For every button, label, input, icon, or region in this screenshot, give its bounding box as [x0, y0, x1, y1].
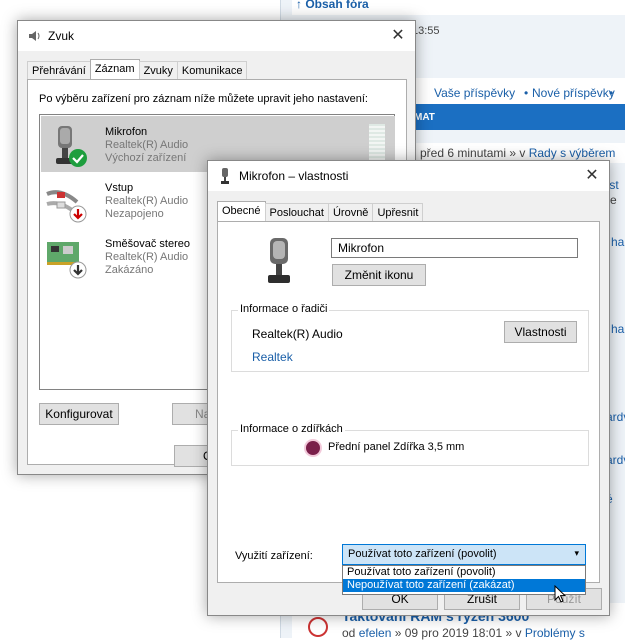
sound-card-icon	[45, 236, 89, 280]
close-icon[interactable]: ✕	[575, 161, 609, 191]
forum-bar-text: MAT	[414, 112, 435, 123]
device-name: Směšovač stereo	[105, 238, 190, 250]
chevron-down-icon: ▾	[574, 548, 579, 558]
properties-button[interactable]: Vlastnosti	[504, 321, 577, 343]
device-usage-select[interactable]: Používat toto zařízení (povolit) ▾	[342, 544, 586, 565]
topic-status-icon	[308, 617, 328, 637]
device-driver: Realtek(R) Audio	[105, 195, 189, 207]
row-category-link[interactable]: Rady s výběrem	[529, 146, 616, 160]
properties-tabs: Obecné Poslouchat Úrovně Upřesnit	[217, 201, 424, 223]
jack-name: Přední panel Zdířka 3,5 mm	[328, 441, 465, 453]
tab-general[interactable]: Obecné	[217, 201, 266, 223]
tab-advanced[interactable]: Upřesnit	[372, 203, 424, 223]
device-status: Výchozí zařízení	[105, 152, 187, 164]
device-driver: Realtek(R) Audio	[105, 139, 189, 151]
forum-header-text: Obsah fóra	[305, 0, 369, 11]
microphone-icon	[45, 124, 89, 168]
sound-title: Zvuk	[48, 29, 75, 43]
microphone-small-icon	[220, 168, 230, 187]
forum-section-bar: MAT	[412, 104, 625, 130]
tab-listen[interactable]: Poslouchat	[264, 203, 329, 223]
jack-info-group: Informace o zdířkách Přední panel Zdířka…	[231, 423, 589, 466]
row-time: před 6 minutami » v	[420, 146, 529, 160]
device-usage-dropdown: Používat toto zařízení (povolit) Nepouží…	[342, 565, 586, 595]
link-your-posts[interactable]: Vaše příspěvky	[434, 86, 515, 100]
usage-label: Využití zařízení:	[235, 550, 313, 562]
controller-link[interactable]: Realtek	[252, 350, 293, 364]
link-separator: •	[524, 86, 529, 100]
microphone-large-icon	[262, 238, 296, 287]
line-in-icon	[45, 180, 89, 224]
sound-tabs: Přehrávání Záznam Zvuky Komunikace	[27, 59, 248, 81]
tab-playback[interactable]: Přehrávání	[27, 61, 91, 81]
jack-group-label: Informace o zdířkách	[238, 423, 345, 435]
device-status: Nezapojeno	[105, 208, 164, 220]
forum-header-link[interactable]: ↑ Obsah fóra	[296, 0, 369, 11]
usage-option-enable[interactable]: Používat toto zařízení (povolit)	[343, 566, 585, 579]
link-new-posts[interactable]: Nové příspěvky	[532, 86, 615, 100]
forum-header: ↑ Obsah fóra	[292, 0, 625, 15]
device-driver: Realtek(R) Audio	[105, 251, 189, 263]
instruction-text: Po výběru zařízení pro záznam níže můžet…	[39, 93, 368, 105]
device-name: Mikrofon	[105, 126, 148, 138]
microphone-properties-dialog: Mikrofon – vlastnosti ✕ Obecné Posloucha…	[207, 160, 610, 616]
general-panel: Změnit ikonu Informace o řadiči Realtek(…	[217, 221, 600, 583]
sound-titlebar[interactable]: Zvuk ✕	[18, 21, 415, 51]
speaker-icon	[27, 28, 43, 47]
tab-recording[interactable]: Záznam	[89, 59, 140, 81]
tab-levels[interactable]: Úrovně	[327, 203, 374, 223]
usage-selected: Používat toto zařízení (povolit)	[348, 548, 497, 560]
controller-group-label: Informace o řadiči	[238, 303, 330, 315]
close-icon[interactable]: ✕	[381, 21, 415, 51]
jack-color-icon	[306, 441, 320, 455]
forum-fragment: ha	[611, 322, 625, 336]
controller-info-group: Informace o řadiči Realtek(R) Audio Vlas…	[231, 303, 589, 372]
mouse-cursor-icon	[554, 584, 568, 605]
change-icon-button[interactable]: Změnit ikonu	[332, 264, 426, 286]
controller-name: Realtek(R) Audio	[252, 327, 343, 341]
properties-title: Mikrofon – vlastnosti	[239, 169, 349, 183]
usage-option-disable[interactable]: Nepoužívat toto zařízení (zakázat)	[343, 579, 585, 592]
forum-fragment: ha	[611, 235, 625, 249]
properties-titlebar[interactable]: Mikrofon – vlastnosti ✕	[208, 161, 609, 191]
device-name-field[interactable]	[331, 238, 578, 258]
device-name: Vstup	[105, 182, 134, 194]
tab-sounds[interactable]: Zvuky	[138, 61, 178, 81]
tab-communication[interactable]: Komunikace	[176, 61, 248, 81]
device-status: Zakázáno	[105, 264, 154, 276]
configure-button[interactable]: Konfigurovat	[39, 403, 119, 425]
forum-time: 13:55	[412, 25, 440, 37]
link-separator: •	[609, 86, 614, 100]
